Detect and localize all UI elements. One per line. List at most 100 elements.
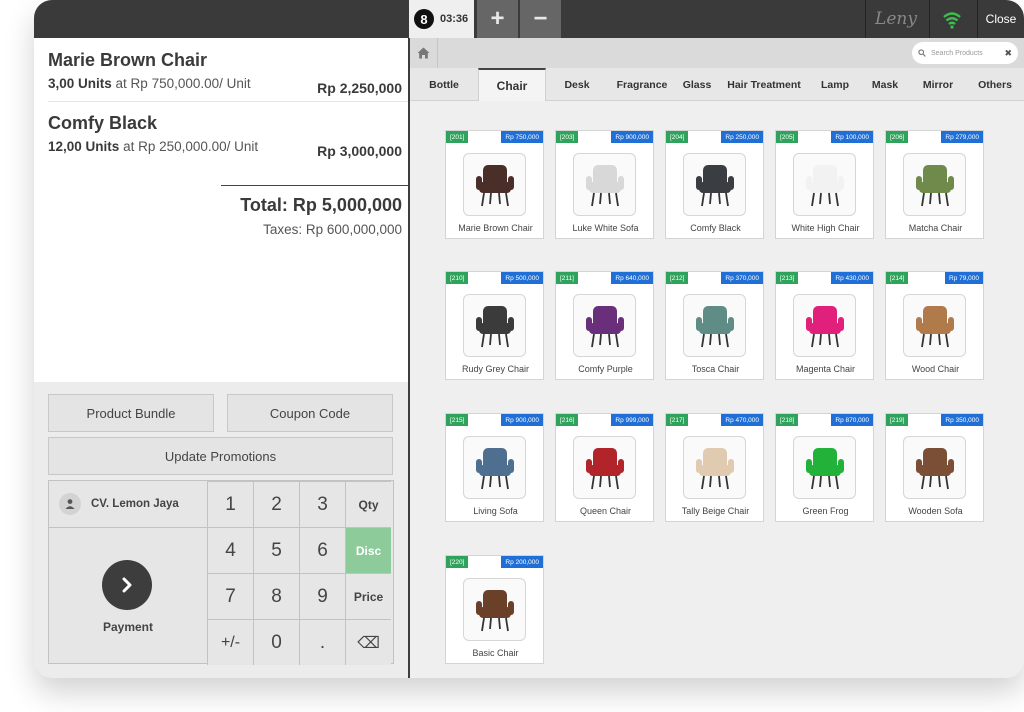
chair-icon xyxy=(805,447,844,489)
product-image xyxy=(573,294,636,357)
product-bundle-button[interactable]: Product Bundle xyxy=(48,394,214,432)
product-image xyxy=(573,153,636,216)
order-line-unit-price: at Rp 750,000.00/ Unit xyxy=(115,76,251,91)
numpad-key-0[interactable]: 0 xyxy=(253,619,299,665)
chair-icon xyxy=(915,305,954,347)
backspace-key[interactable]: ⌫ xyxy=(345,619,391,665)
category-tab-glass[interactable]: Glass xyxy=(676,68,718,101)
update-promotions-button[interactable]: Update Promotions xyxy=(48,437,393,475)
product-name: Comfy Black xyxy=(690,223,741,233)
order-tab[interactable]: 8 03:36 xyxy=(409,0,474,38)
chair-icon xyxy=(475,589,514,631)
decimal-key[interactable]: . xyxy=(299,619,345,665)
category-tab-desk[interactable]: Desk xyxy=(546,68,608,101)
numpad-key-1[interactable]: 1 xyxy=(207,481,253,527)
product-name: Wood Chair xyxy=(911,364,960,374)
category-tab-fragrance[interactable]: Fragrance xyxy=(608,68,676,101)
order-line-price: Rp 3,000,000 xyxy=(317,143,402,159)
product-card[interactable]: [219] Rp 350,000 Wooden Sofa xyxy=(885,413,984,522)
total-divider xyxy=(221,185,408,186)
chair-icon xyxy=(695,164,734,206)
category-tab-hair-treatment[interactable]: Hair Treatment xyxy=(718,68,810,101)
numpad-key-3[interactable]: 3 xyxy=(299,481,345,527)
product-image xyxy=(463,294,526,357)
customer-button[interactable]: CV. Lemon Jaya xyxy=(49,481,207,527)
product-code-badge: [214] xyxy=(886,272,909,284)
product-card[interactable]: [210] Rp 500,000 Rudy Grey Chair xyxy=(445,271,544,380)
product-name: White High Chair xyxy=(791,223,860,233)
product-image xyxy=(793,153,856,216)
product-image xyxy=(903,294,966,357)
coupon-code-button[interactable]: Coupon Code xyxy=(227,394,393,432)
numpad-key-8[interactable]: 8 xyxy=(253,573,299,619)
order-line[interactable]: Comfy Black 12,00 Units at Rp 250,000.00… xyxy=(48,113,402,159)
close-button[interactable]: Close xyxy=(978,0,1024,38)
product-card[interactable]: [214] Rp 79,000 Wood Chair xyxy=(885,271,984,380)
product-image xyxy=(683,436,746,499)
chair-icon xyxy=(585,305,624,347)
product-image xyxy=(683,153,746,216)
product-price-badge: Rp 100,000 xyxy=(831,131,873,143)
product-image xyxy=(463,153,526,216)
add-order-button[interactable]: + xyxy=(477,0,518,38)
product-price-badge: Rp 750,000 xyxy=(501,131,543,143)
numpad-key-2[interactable]: 2 xyxy=(253,481,299,527)
product-price-badge: Rp 870,000 xyxy=(831,414,873,426)
category-tab-lamp[interactable]: Lamp xyxy=(810,68,860,101)
product-code-badge: [213] xyxy=(776,272,799,284)
product-price-badge: Rp 500,000 xyxy=(501,272,543,284)
product-card[interactable]: [216] Rp 999,000 Queen Chair xyxy=(555,413,654,522)
payment-button[interactable]: Payment xyxy=(49,527,207,665)
disc-mode-button[interactable]: Disc xyxy=(345,527,391,573)
qty-mode-button[interactable]: Qty xyxy=(345,481,391,527)
product-card[interactable]: [218] Rp 870,000 Green Frog xyxy=(775,413,874,522)
order-line[interactable]: Marie Brown Chair 3,00 Units at Rp 750,0… xyxy=(48,50,402,96)
product-code-badge: [206] xyxy=(886,131,909,143)
product-name: Queen Chair xyxy=(579,506,632,516)
product-card[interactable]: [206] Rp 279,000 Matcha Chair xyxy=(885,130,984,239)
product-card[interactable]: [201] Rp 750,000 Marie Brown Chair xyxy=(445,130,544,239)
plus-minus-key[interactable]: +/- xyxy=(207,619,253,665)
product-card[interactable]: [213] Rp 430,000 Magenta Chair xyxy=(775,271,874,380)
numpad-key-7[interactable]: 7 xyxy=(207,573,253,619)
search-box[interactable]: Search Products ✖ xyxy=(912,42,1018,64)
product-card[interactable]: [211] Rp 640,000 Comfy Purple xyxy=(555,271,654,380)
category-tab-chair[interactable]: Chair xyxy=(478,68,546,101)
chair-icon xyxy=(695,305,734,347)
numpad-key-9[interactable]: 9 xyxy=(299,573,345,619)
search-input[interactable]: Search Products xyxy=(931,50,999,57)
cashier-name[interactable]: Leny xyxy=(866,0,926,38)
price-mode-button[interactable]: Price xyxy=(345,573,391,619)
order-line-unit-price: at Rp 250,000.00/ Unit xyxy=(123,139,259,154)
product-card[interactable]: [212] Rp 370,000 Tosca Chair xyxy=(665,271,764,380)
numpad-key-5[interactable]: 5 xyxy=(253,527,299,573)
category-tab-mirror[interactable]: Mirror xyxy=(910,68,966,101)
product-card[interactable]: [204] Rp 250,000 Comfy Black xyxy=(665,130,764,239)
payment-label: Payment xyxy=(102,620,154,634)
chair-icon xyxy=(915,447,954,489)
product-price-badge: Rp 640,000 xyxy=(611,272,653,284)
product-code-badge: [217] xyxy=(666,414,689,426)
product-card[interactable]: [220] Rp 200,000 Basic Chair xyxy=(445,555,544,664)
order-panel: Marie Brown Chair 3,00 Units at Rp 750,0… xyxy=(34,38,408,382)
category-tab-mask[interactable]: Mask xyxy=(860,68,910,101)
product-card[interactable]: [217] Rp 470,000 Tally Beige Chair xyxy=(665,413,764,522)
product-name: Matcha Chair xyxy=(908,223,963,233)
chair-icon xyxy=(805,164,844,206)
category-tab-others[interactable]: Others xyxy=(966,68,1024,101)
clear-search-icon[interactable]: ✖ xyxy=(1004,48,1012,59)
top-bar: 8 03:36 + − Leny Close xyxy=(34,0,1024,38)
product-price-badge: Rp 79,000 xyxy=(945,272,983,284)
product-name: Wooden Sofa xyxy=(908,506,963,516)
numpad-key-4[interactable]: 4 xyxy=(207,527,253,573)
product-code-badge: [216] xyxy=(556,414,579,426)
product-card[interactable]: [215] Rp 900,000 Living Sofa xyxy=(445,413,544,522)
remove-order-button[interactable]: − xyxy=(520,0,561,38)
home-button[interactable] xyxy=(410,38,438,68)
category-tab-bottle[interactable]: Bottle xyxy=(410,68,478,101)
product-name: Tally Beige Chair xyxy=(681,506,750,516)
numpad-key-6[interactable]: 6 xyxy=(299,527,345,573)
product-card[interactable]: [203] Rp 900,000 Luke White Sofa xyxy=(555,130,654,239)
product-card[interactable]: [205] Rp 100,000 White High Chair xyxy=(775,130,874,239)
product-code-badge: [215] xyxy=(446,414,469,426)
